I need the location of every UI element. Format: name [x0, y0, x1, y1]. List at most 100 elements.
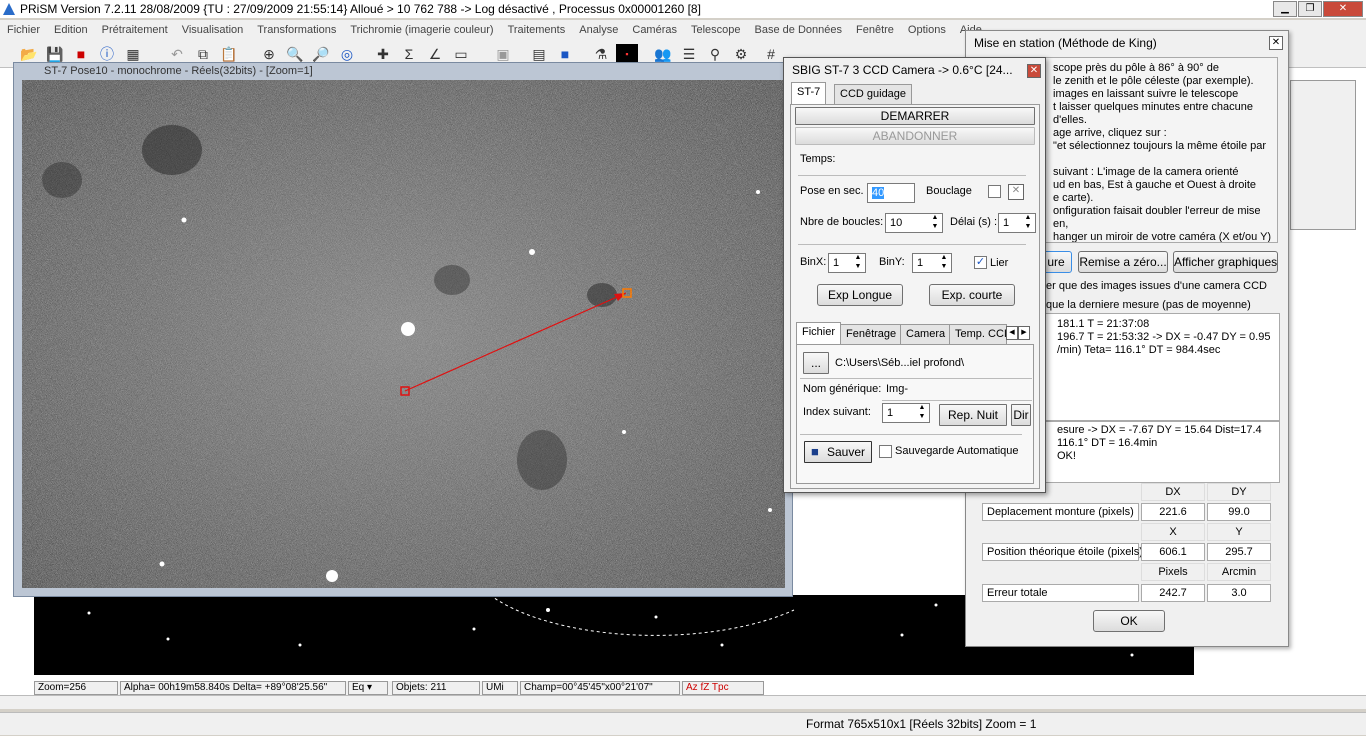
exp-longue-button[interactable]: Exp Longue [817, 284, 903, 306]
horizontal-scrollbar[interactable] [0, 695, 1366, 709]
menu-item-0[interactable]: Fichier [7, 24, 40, 36]
menu-item-8[interactable]: Caméras [632, 24, 677, 36]
dir-button[interactable]: Dir [1011, 404, 1031, 426]
note-last: que la derniere mesure (pas de moyenne) [1046, 299, 1251, 311]
bouclage-label: Bouclage [926, 185, 972, 197]
result-line: OK! [1057, 450, 1076, 462]
header-x: X [1141, 523, 1205, 541]
zoom-fit-icon[interactable]: ◎ [336, 44, 358, 64]
tab-fichier[interactable]: Fichier [796, 322, 842, 344]
reset-button[interactable]: Remise a zéro... [1078, 251, 1168, 273]
restore-button[interactable]: ❐ [1298, 1, 1322, 17]
nom-value[interactable]: Img- [886, 383, 908, 395]
tab-st7[interactable]: ST-7 [791, 82, 827, 104]
blue-square-icon[interactable]: ■ [554, 44, 576, 64]
sum-icon[interactable]: Σ [398, 44, 420, 64]
zoom-in-icon[interactable]: 🔍 [284, 44, 306, 64]
camera-icon[interactable]: ▤ [528, 44, 550, 64]
start-button[interactable]: DEMARRER [795, 107, 1035, 125]
result-line: 116.1° DT = 16.4min [1057, 437, 1158, 449]
sbig-close-icon[interactable]: ✕ [1027, 64, 1041, 78]
crosshair-icon[interactable]: ✚ [372, 44, 394, 64]
paste-icon[interactable]: 📋 [218, 44, 240, 64]
ok-button[interactable]: OK [1093, 610, 1165, 632]
zoom-status: Zoom=256 [34, 681, 118, 695]
binx-spinner-icon[interactable]: ▲ ▼ [851, 253, 865, 273]
instruction-line: le zenith et le pôle céleste (par exempl… [1053, 75, 1254, 87]
abort-button[interactable]: ABANDONNER [795, 127, 1035, 145]
biny-spinner-icon[interactable]: ▲ ▼ [937, 253, 951, 273]
save-icon[interactable]: 💾 [44, 44, 66, 64]
tab-ccd-guidage[interactable]: CCD guidage [834, 84, 913, 104]
settings-icon[interactable]: ⚙ [730, 44, 752, 64]
note-ccd: er que des images issues d'une camera CC… [1046, 280, 1267, 292]
menu-item-1[interactable]: Edition [54, 24, 88, 36]
calendar-icon[interactable]: ▦ [122, 44, 144, 64]
tab-camera[interactable]: Camera [900, 324, 952, 344]
menu-item-4[interactable]: Transformations [257, 24, 336, 36]
lier-checkbox[interactable]: ✓ [974, 256, 987, 269]
log-line: 196.7 T = 21:53:32 -> DX = -0.47 DY = 0.… [1057, 331, 1271, 343]
tab-fenetrage[interactable]: Fenêtrage [840, 324, 903, 344]
users-icon[interactable]: 👥 [652, 44, 674, 64]
show-graphs-button[interactable]: Afficher graphiques [1173, 251, 1278, 273]
tab-next-icon[interactable]: ▶ [1018, 326, 1030, 340]
telescope-icon[interactable]: ⚗ [590, 44, 612, 64]
field-status: Champ=00°45'45"x00°21'07" [520, 681, 680, 695]
angle-icon[interactable]: ∠ [424, 44, 446, 64]
menu-item-9[interactable]: Telescope [691, 24, 741, 36]
graph-icon[interactable]: ⚲ [704, 44, 726, 64]
rep-nuit-button[interactable]: Rep. Nuit [939, 404, 1007, 426]
objects-status: Objets: 211 [392, 681, 480, 695]
open-icon[interactable]: 📂 [18, 44, 40, 64]
binx-label: BinX: [800, 256, 827, 268]
autosave-checkbox[interactable] [879, 445, 892, 458]
background-window[interactable] [1290, 80, 1356, 230]
menu-item-3[interactable]: Visualisation [182, 24, 244, 36]
index-spinner-icon[interactable]: ▲ ▼ [915, 403, 929, 423]
log-line: 181.1 T = 21:37:08 [1057, 318, 1150, 330]
zoom-icon[interactable]: ⊕ [258, 44, 280, 64]
tab-prev-icon[interactable]: ◀ [1006, 326, 1018, 340]
bouclage-checkbox[interactable] [988, 185, 1001, 198]
tab-temp-ccd[interactable]: Temp. CCI [949, 324, 1007, 344]
rectangle-icon[interactable]: ▭ [450, 44, 472, 64]
path-label: C:\Users\Séb...iel profond\ [835, 357, 965, 369]
minimize-button[interactable]: ▁ [1273, 1, 1297, 17]
window-icon[interactable]: ▣ [492, 44, 514, 64]
menu-item-2[interactable]: Prétraitement [102, 24, 168, 36]
king-close-icon[interactable]: ✕ [1269, 36, 1283, 50]
nbre-spinner-icon[interactable]: ▲ ▼ [928, 213, 942, 233]
menu-item-11[interactable]: Fenêtre [856, 24, 894, 36]
menu-item-10[interactable]: Base de Données [755, 24, 842, 36]
save-button[interactable]: ■ Sauver [804, 441, 872, 463]
menu-item-7[interactable]: Analyse [579, 24, 618, 36]
instruction-line [1053, 153, 1277, 166]
eq-select[interactable]: Eq ▾ [348, 681, 388, 695]
instruction-line: e carte). [1053, 192, 1094, 204]
sbig-camera-window[interactable]: SBIG ST-7 3 CCD Camera -> 0.6°C [24... ✕… [783, 57, 1046, 493]
delai-spinner-icon[interactable]: ▲ ▼ [1021, 213, 1035, 233]
image-icon[interactable]: ▪ [616, 44, 638, 64]
menu-item-6[interactable]: Traitements [508, 24, 566, 36]
ccd-image[interactable] [22, 80, 785, 588]
undo-icon[interactable]: ↶ [166, 44, 188, 64]
menu-item-12[interactable]: Options [908, 24, 946, 36]
pose-input[interactable]: 40 [867, 183, 915, 203]
zoom-out-icon[interactable]: 🔎 [310, 44, 332, 64]
copy-icon[interactable]: ⧉ [192, 44, 214, 64]
instruction-line: ud en bas, Est à gauche et Ouest à droit… [1053, 179, 1257, 191]
exp-courte-button[interactable]: Exp. courte [929, 284, 1015, 306]
menu-item-5[interactable]: Trichromie (imagerie couleur) [350, 24, 493, 36]
save-red-icon[interactable]: ■ [70, 44, 92, 64]
grid-icon[interactable]: # [760, 44, 782, 64]
close-button[interactable]: ✕ [1323, 1, 1363, 17]
info-icon[interactable]: ⓘ [96, 44, 118, 64]
autosave-label: Sauvegarde Automatique [895, 445, 1019, 457]
pose-input-value: 40 [872, 187, 885, 199]
list-icon[interactable]: ☰ [678, 44, 700, 64]
az-status: Az fZ Tpc [682, 681, 764, 695]
bouclage-cancel-icon[interactable]: ✕ [1008, 184, 1024, 200]
browse-button[interactable]: ... [803, 352, 829, 374]
coords-status: Alpha= 00h19m58.840s Delta= +89°08'25.56… [120, 681, 346, 695]
